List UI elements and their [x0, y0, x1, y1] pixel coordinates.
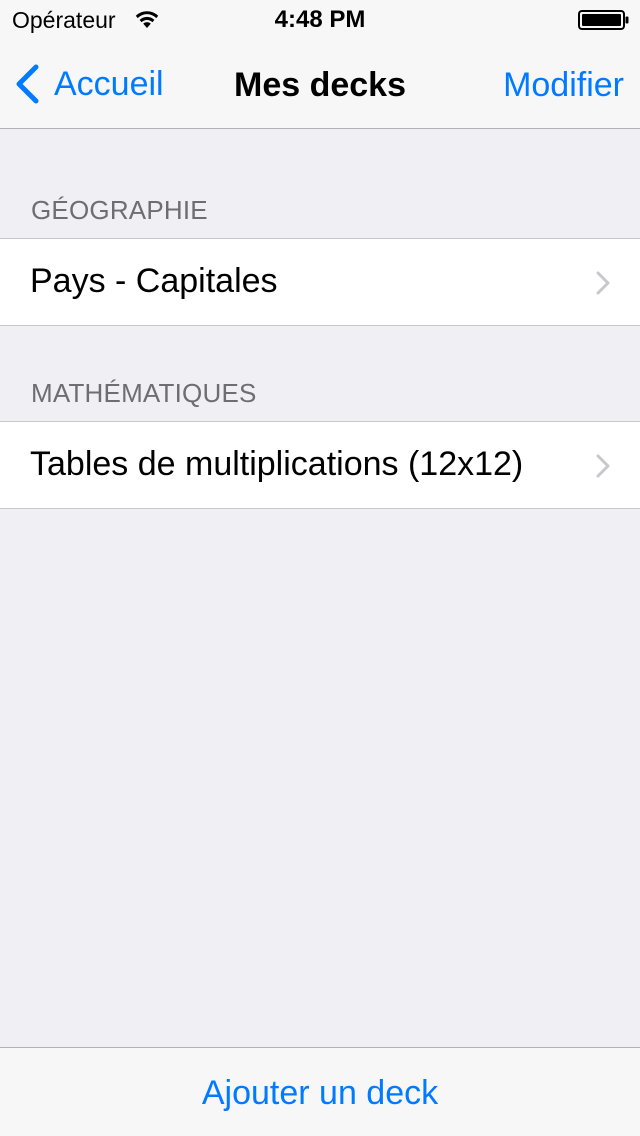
edit-button[interactable]: Modifier	[503, 66, 624, 105]
top-bar: Opérateur 4:48 PM Accueil Mes decks Modi…	[0, 0, 640, 129]
deck-cell-label: Pays - Capitales	[30, 262, 278, 300]
chevron-right-icon	[596, 454, 610, 478]
deck-cell-label: Tables de multiplications (12x12)	[30, 445, 524, 483]
bottom-toolbar: Ajouter un deck	[0, 1047, 640, 1136]
section-header-geography: GÉOGRAPHIE	[31, 195, 208, 225]
add-deck-button[interactable]: Ajouter un deck	[0, 1074, 640, 1113]
status-time: 4:48 PM	[274, 6, 366, 33]
battery-icon	[578, 10, 629, 30]
chevron-right-icon	[596, 271, 610, 295]
screen: Opérateur 4:48 PM Accueil Mes decks Modi…	[0, 0, 640, 1136]
section-header-mathematics: MATHÉMATIQUES	[31, 378, 257, 408]
navigation-bar: Accueil Mes decks Modifier	[0, 40, 640, 128]
chevron-left-icon	[16, 64, 39, 104]
deck-cell-multiplication-tables[interactable]: Tables de multiplications (12x12)	[0, 421, 640, 509]
back-button[interactable]: Accueil	[14, 62, 164, 106]
status-bar: Opérateur 4:48 PM	[0, 0, 640, 40]
deck-cell-pays-capitales[interactable]: Pays - Capitales	[0, 238, 640, 326]
back-button-label: Accueil	[54, 64, 164, 103]
